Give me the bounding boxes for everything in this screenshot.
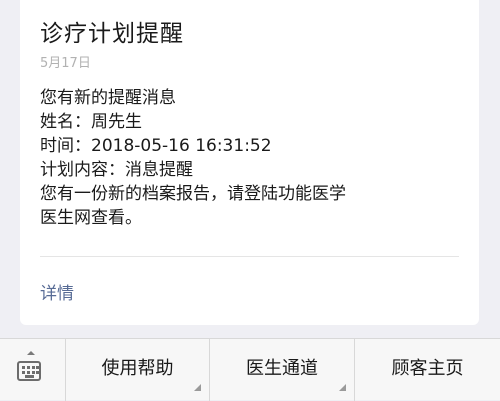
message-line: 您有新的提醒消息 [40,88,176,108]
keyboard-toggle-button[interactable] [0,339,66,401]
divider [40,256,459,257]
keyboard-icon [17,361,41,381]
message-date: 5月17日 [40,56,91,71]
message-body: 您有新的提醒消息 姓名：周先生 时间：2018-05-16 16:31:52 计… [40,86,460,230]
menu-button-doctor[interactable]: 医生通道 [210,339,355,401]
message-card: 诊疗计划提醒 5月17日 您有新的提醒消息 姓名：周先生 时间：2018-05-… [20,0,479,325]
menu-button-customer-home[interactable]: 顾客主页 [355,339,500,401]
message-line-report: 您有一份新的档案报告，请登陆功能医学 [40,184,346,204]
message-line-time: 时间：2018-05-16 16:31:52 [40,136,272,156]
message-title: 诊疗计划提醒 [40,21,184,47]
message-line-report-cont: 医生网查看。 [40,208,142,228]
message-line-name: 姓名：周先生 [40,112,142,132]
menu-button-label: 医生通道 [246,358,318,379]
menu-button-label: 使用帮助 [101,358,174,379]
submenu-corner-icon [339,384,346,391]
submenu-corner-icon [194,384,201,391]
caret-up-icon [27,351,35,355]
menu-button-help[interactable]: 使用帮助 [66,339,210,401]
menu-button-label: 顾客主页 [391,358,464,379]
message-line-plan: 计划内容：消息提醒 [40,160,193,180]
detail-link[interactable]: 详情 [40,279,74,304]
bottom-menu-bar: 使用帮助 医生通道 顾客主页 [0,338,500,401]
